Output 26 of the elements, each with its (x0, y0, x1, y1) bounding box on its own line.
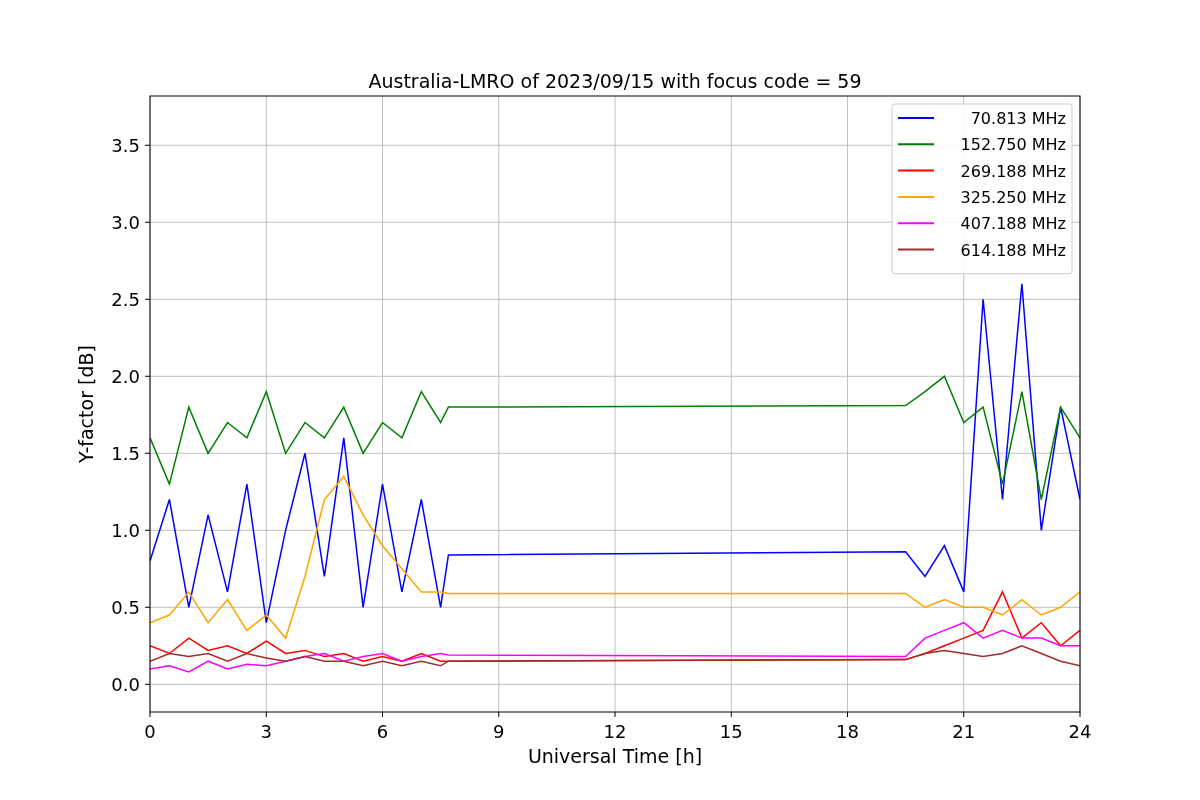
x-tick-label: 24 (1068, 721, 1092, 742)
y-tick-label: 0.5 (111, 597, 140, 619)
x-tick-label: 9 (493, 721, 505, 742)
x-tick-label: 6 (376, 721, 389, 742)
legend-label: 614.188 MHz (960, 240, 1066, 260)
y-tick-label: 1.5 (111, 443, 140, 465)
y-tick-label: 0.0 (111, 674, 140, 696)
legend-label: 152.750 MHz (960, 135, 1066, 155)
x-tick-label: 3 (260, 721, 272, 742)
legend-label: 325.250 MHz (960, 187, 1066, 207)
y-tick-label: 3.5 (111, 135, 140, 157)
y-tick-label: 2.5 (111, 289, 140, 311)
x-tick-label: 18 (836, 721, 859, 742)
x-tick-label: 21 (952, 721, 976, 742)
x-tick-label: 15 (719, 721, 743, 742)
x-axis-label: Universal Time [h] (527, 745, 703, 767)
legend-label: 407.188 MHz (960, 214, 1066, 234)
y-tick-label: 2.0 (111, 366, 140, 388)
y-tick-label: 3.0 (111, 212, 140, 234)
x-tick-label: 12 (603, 721, 627, 742)
legend-label: 269.188 MHz (960, 161, 1066, 181)
chart-title: Australia-LMRO of 2023/09/15 with focus code = 59 (368, 70, 862, 92)
legend-label: 70.813 MHz (970, 109, 1066, 128)
x-tick-label: 0 (144, 721, 156, 742)
y-axis-label: Y-factor [dB] (75, 345, 97, 463)
y-tick-label: 1.0 (111, 520, 140, 542)
